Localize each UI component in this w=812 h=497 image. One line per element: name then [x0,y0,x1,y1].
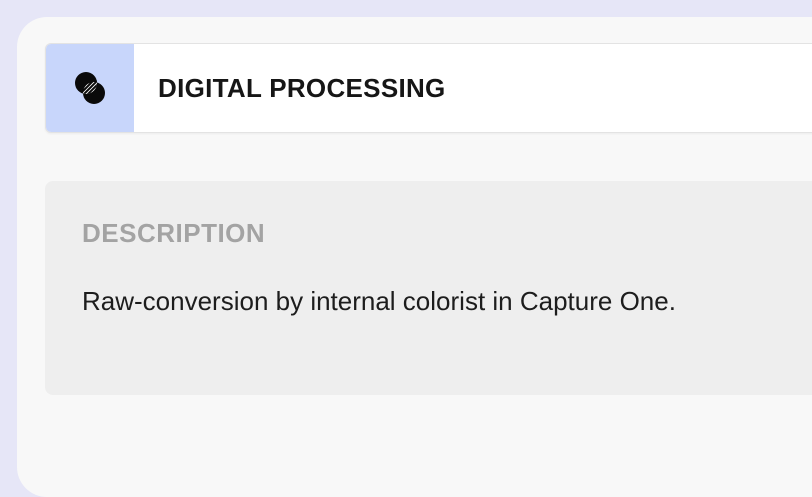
section-icon-container [46,44,134,132]
section-title: DIGITAL PROCESSING [158,73,446,103]
description-label: DESCRIPTION [82,218,266,248]
description-text: Raw-conversion by internal colorist in C… [82,286,676,316]
section-header: DIGITAL PROCESSING [45,43,812,133]
processing-circles-icon [72,70,108,106]
description-panel: DESCRIPTION Raw-conversion by internal c… [45,181,812,395]
